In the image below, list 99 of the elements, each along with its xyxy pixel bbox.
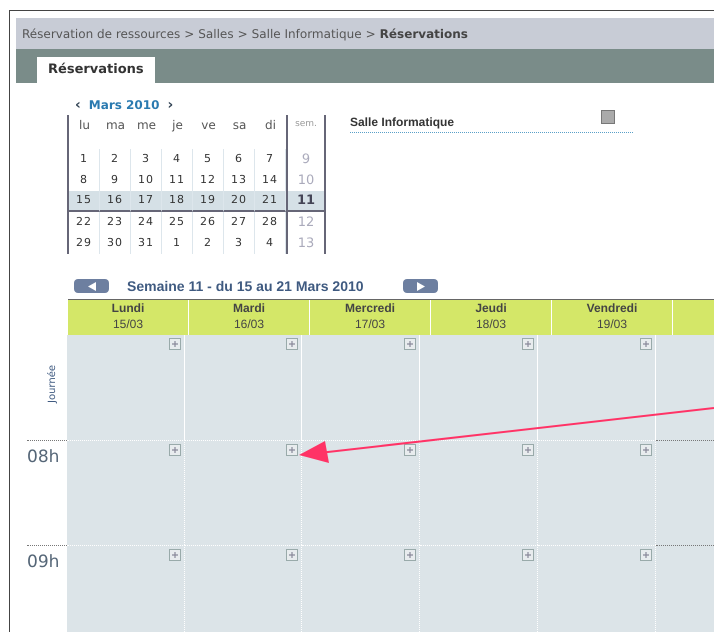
plus-icon bbox=[524, 551, 532, 559]
add-button[interactable] bbox=[522, 444, 534, 456]
calendar-day[interactable]: 20 bbox=[224, 191, 255, 212]
calendar-day[interactable]: 21 bbox=[255, 191, 286, 212]
hour-label: 08h bbox=[27, 446, 60, 469]
plus-icon bbox=[524, 340, 532, 348]
add-button[interactable] bbox=[404, 444, 416, 456]
add-button[interactable] bbox=[286, 338, 298, 350]
calendar-day[interactable]: 22 bbox=[69, 212, 100, 233]
calendar-day[interactable]: 31 bbox=[131, 233, 162, 254]
next-week-button[interactable] bbox=[403, 279, 438, 293]
calendar-day[interactable]: 2 bbox=[100, 149, 131, 170]
plus-icon bbox=[406, 340, 414, 348]
add-button[interactable] bbox=[286, 549, 298, 561]
plus-icon bbox=[170, 446, 179, 454]
weekday-label: ma bbox=[104, 117, 126, 134]
weekday-label: di bbox=[264, 117, 277, 134]
weekday-label: je bbox=[170, 117, 184, 134]
calendar-day[interactable]: 6 bbox=[224, 149, 255, 170]
calendar-day[interactable]: 28 bbox=[255, 212, 286, 233]
calendar-day[interactable]: 27 bbox=[224, 212, 255, 233]
calendar-slot[interactable] bbox=[656, 335, 714, 440]
plus-icon bbox=[642, 340, 650, 348]
day-name: Mercredi bbox=[344, 300, 396, 316]
calendar-day[interactable]: 1 bbox=[69, 149, 100, 170]
add-button[interactable] bbox=[168, 549, 181, 561]
add-button[interactable] bbox=[522, 549, 534, 561]
weekday-label: ve bbox=[200, 117, 217, 134]
calendar-day[interactable]: 17 bbox=[131, 191, 162, 212]
add-button[interactable] bbox=[640, 444, 652, 456]
breadcrumb-separator: > bbox=[238, 26, 248, 42]
plus-icon bbox=[288, 340, 296, 348]
add-button[interactable] bbox=[522, 338, 534, 350]
calendar-day[interactable]: 25 bbox=[162, 212, 193, 233]
month-title: Mars 2010 bbox=[88, 97, 160, 114]
calendar-day[interactable]: 24 bbox=[131, 212, 162, 233]
plus-icon bbox=[406, 446, 414, 454]
plus-icon bbox=[642, 446, 650, 454]
previous-month-button[interactable]: ‹ bbox=[75, 94, 81, 116]
calendar-day[interactable]: 4 bbox=[255, 233, 286, 254]
breadcrumb-current: Réservations bbox=[380, 26, 468, 42]
day-date: 19/03 bbox=[596, 316, 628, 332]
day-name: Mardi bbox=[232, 300, 265, 316]
add-button[interactable] bbox=[168, 444, 181, 456]
day-date: 17/03 bbox=[354, 316, 386, 332]
plus-icon bbox=[170, 340, 179, 348]
calendar-day[interactable]: 1 bbox=[162, 233, 193, 254]
day-date: 18/03 bbox=[476, 316, 506, 332]
plus-icon bbox=[288, 551, 296, 559]
breadcrumb-link[interactable]: Réservation de ressources bbox=[22, 24, 180, 42]
calendar-day[interactable]: 16 bbox=[100, 191, 131, 212]
add-button[interactable] bbox=[640, 338, 652, 350]
week-number[interactable]: 11 bbox=[286, 191, 326, 212]
resource-name: Salle Informatique bbox=[350, 114, 454, 131]
weekday-label: lu bbox=[78, 117, 91, 134]
breadcrumb-separator: > bbox=[184, 26, 194, 42]
plus-icon bbox=[288, 446, 296, 454]
calendar-day[interactable]: 15 bbox=[69, 191, 100, 212]
day-name: Jeudi bbox=[475, 300, 507, 316]
add-button[interactable] bbox=[404, 338, 416, 350]
add-button[interactable] bbox=[640, 549, 652, 561]
left-triangle-icon bbox=[88, 282, 96, 290]
calendar-day[interactable]: 23 bbox=[100, 212, 131, 233]
day-date: 16/03 bbox=[234, 316, 264, 332]
plus-icon bbox=[524, 446, 532, 454]
add-button[interactable] bbox=[404, 549, 416, 561]
breadcrumb-separator: > bbox=[366, 26, 376, 42]
calendar-day[interactable]: 26 bbox=[193, 212, 224, 233]
day-name: Vendredi bbox=[586, 300, 638, 316]
previous-week-button[interactable] bbox=[74, 279, 109, 293]
weekday-label: sa bbox=[232, 117, 248, 134]
add-button[interactable] bbox=[168, 338, 181, 350]
calendar-day[interactable]: 5 bbox=[193, 149, 224, 170]
next-month-button[interactable]: › bbox=[167, 94, 174, 116]
calendar-day[interactable]: 29 bbox=[69, 233, 100, 254]
calendar-day[interactable]: 7 bbox=[255, 149, 286, 170]
plus-icon bbox=[406, 551, 414, 559]
day-date: 15/03 bbox=[112, 316, 144, 332]
calendar-day[interactable]: 2 bbox=[193, 233, 224, 254]
week-title: Semaine 11 - du 15 au 21 Mars 2010 bbox=[127, 276, 365, 296]
calendar-day[interactable]: 18 bbox=[162, 191, 193, 212]
calendar-day[interactable]: 3 bbox=[131, 149, 162, 170]
tab[interactable]: Réservations bbox=[37, 57, 155, 83]
add-button[interactable] bbox=[286, 444, 298, 456]
calendar-day[interactable]: 19 bbox=[193, 191, 224, 212]
plus-icon bbox=[642, 551, 650, 559]
weekday-label: me bbox=[136, 117, 158, 134]
day-name: Lundi bbox=[112, 300, 144, 316]
resource-checkbox[interactable] bbox=[601, 110, 615, 124]
hour-label: 09h bbox=[27, 551, 60, 574]
calendar-day[interactable]: 30 bbox=[100, 233, 131, 254]
plus-icon bbox=[170, 551, 179, 559]
right-triangle-icon bbox=[416, 282, 424, 290]
week-number-header: sem. bbox=[286, 115, 326, 149]
breadcrumb-link[interactable]: Salles bbox=[198, 24, 234, 42]
row-label: Journée bbox=[46, 365, 55, 403]
calendar-day[interactable]: 3 bbox=[224, 233, 255, 254]
breadcrumb-link[interactable]: Salle Informatique bbox=[252, 24, 362, 42]
calendar-day[interactable]: 4 bbox=[162, 149, 193, 170]
